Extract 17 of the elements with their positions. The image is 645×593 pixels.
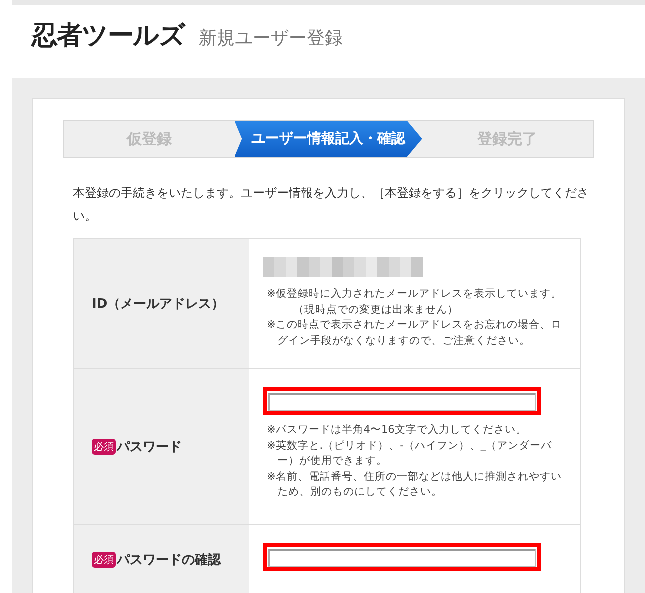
note-text: ※名前、電話番号、住所の一部などは他人に推測されやすいため、別のものにしてください。 — [267, 470, 563, 500]
note-text: ※仮登録時に入力されたメールアドレスを表示しています。 — [267, 287, 563, 302]
field-label: パスワード — [117, 438, 182, 456]
logo[interactable]: 忍者ツールズ — [32, 18, 185, 53]
page-title: 新規ユーザー登録 — [199, 27, 343, 50]
note-text: ※英数字と.（ピリオド）、-（ハイフン）、_（アンダーバー）が使用できます。 — [267, 438, 554, 469]
required-badge: 必須 — [92, 438, 116, 454]
note-text: （現時点での変更は出来ません） — [292, 302, 460, 318]
note-text: ※この時点で表示されたメールアドレスをお忘れの場合、ログイン手段がなくなりますので、ご注意ください。 — [267, 318, 563, 348]
intro-text: 本登録の手続きをいたします。ユーザー情報を入力し、［本登録をする］をクリックしてください。 — [73, 185, 590, 225]
field-label: パスワードの確認 — [117, 552, 221, 569]
password-field[interactable] — [268, 549, 536, 567]
field-label: ID（メールアドレス） — [92, 296, 225, 312]
password-field[interactable] — [268, 393, 536, 411]
progress-step: ユーザー情報記入・確認 — [234, 121, 422, 157]
note-text: ※パスワードは半角4〜16文字で入力してください。 — [267, 423, 528, 438]
required-badge: 必須 — [92, 552, 116, 568]
